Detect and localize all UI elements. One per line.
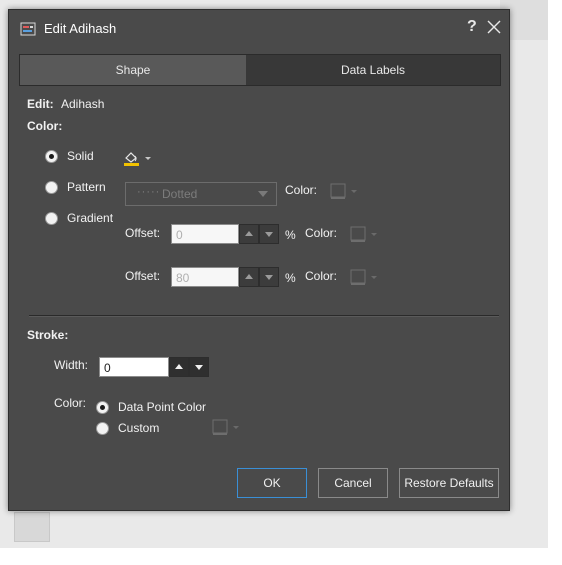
solid-label: Solid — [67, 149, 94, 163]
stroke-width-input[interactable]: 0 — [99, 357, 169, 377]
tab-shape[interactable]: Shape — [20, 55, 246, 85]
custom-color-label: Custom — [118, 421, 160, 435]
app-icon — [20, 22, 36, 36]
section-divider — [29, 315, 499, 317]
data-point-color-label: Data Point Color — [118, 400, 207, 414]
offset1-increment-button[interactable] — [239, 224, 259, 244]
offset1-unit: % — [285, 228, 296, 242]
offset1-color-icon[interactable] — [349, 225, 379, 243]
stroke-width-decrement-button[interactable] — [189, 357, 209, 377]
stroke-section-label: Stroke: — [27, 328, 69, 342]
pattern-label: Pattern — [67, 180, 106, 194]
pattern-color-icon[interactable] — [329, 182, 359, 200]
pattern-color-label: Color: — [285, 183, 318, 197]
pattern-dropdown-value: Dotted — [162, 187, 198, 201]
edit-dialog: Edit Adihash ? Shape Data Labels Edit: A… — [8, 9, 510, 511]
offset2-label: Offset: — [125, 269, 161, 283]
background-thumbnail — [14, 512, 50, 542]
chevron-down-icon — [258, 191, 268, 197]
offset2-unit: % — [285, 271, 296, 285]
solid-radio[interactable] — [45, 150, 58, 163]
dialog-title: Edit Adihash — [44, 21, 117, 36]
pattern-dropdown[interactable]: ····· Dotted — [125, 182, 277, 206]
offset2-color-icon[interactable] — [349, 268, 379, 286]
data-point-color-radio[interactable] — [96, 401, 109, 414]
offset2-decrement-button[interactable] — [259, 267, 279, 287]
close-icon[interactable] — [487, 18, 501, 36]
stroke-color-label: Color: — [54, 396, 87, 410]
stroke-width-increment-button[interactable] — [169, 357, 189, 377]
title-bar: Edit Adihash ? — [9, 10, 509, 48]
dotted-line-icon: ····· — [137, 186, 161, 198]
gradient-radio[interactable] — [45, 212, 58, 225]
custom-stroke-color-icon[interactable] — [211, 418, 241, 436]
offset2-increment-button[interactable] — [239, 267, 259, 287]
edit-value: Adihash — [61, 97, 105, 111]
fill-color-icon[interactable] — [123, 149, 153, 167]
cancel-button[interactable]: Cancel — [318, 468, 388, 498]
edit-label: Edit: — [27, 97, 54, 111]
stroke-width-label: Width: — [54, 358, 89, 372]
restore-defaults-button[interactable]: Restore Defaults — [399, 468, 499, 498]
offset2-input[interactable]: 80 — [171, 267, 239, 287]
pattern-radio[interactable] — [45, 181, 58, 194]
offset1-color-label: Color: — [305, 226, 338, 240]
color-section-label: Color: — [27, 119, 63, 133]
tab-bar: Shape Data Labels — [19, 54, 501, 86]
help-icon[interactable]: ? — [467, 18, 477, 36]
gradient-label: Gradient — [67, 211, 114, 225]
ok-button[interactable]: OK — [237, 468, 307, 498]
offset2-color-label: Color: — [305, 269, 338, 283]
offset1-decrement-button[interactable] — [259, 224, 279, 244]
tab-data-labels[interactable]: Data Labels — [246, 55, 500, 85]
custom-color-radio[interactable] — [96, 422, 109, 435]
offset1-input[interactable]: 0 — [171, 224, 239, 244]
offset1-label: Offset: — [125, 226, 161, 240]
